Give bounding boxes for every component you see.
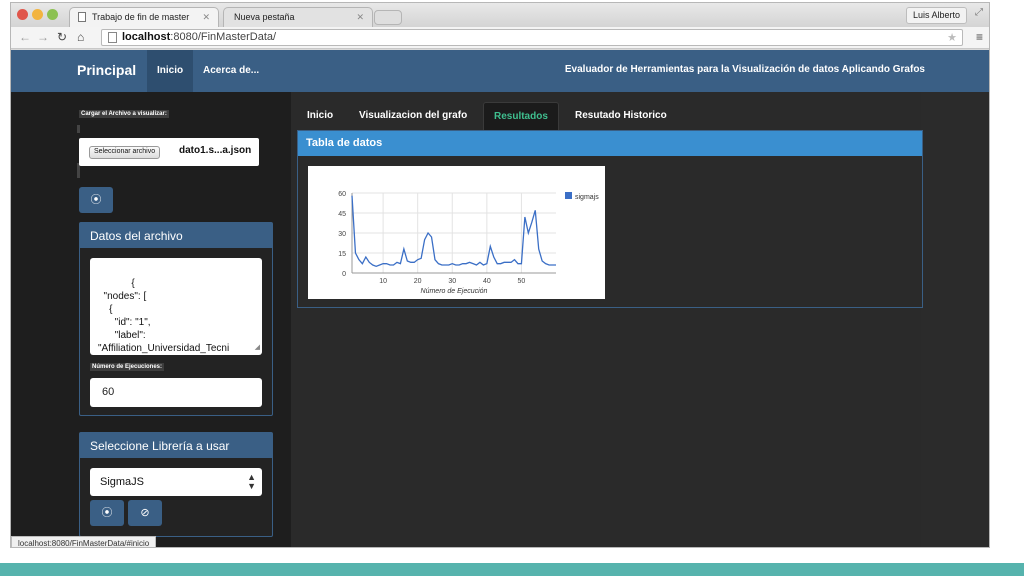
close-tab-icon[interactable]: ✕ — [202, 12, 210, 23]
url-path: :8080/FinMasterData/ — [170, 31, 277, 43]
new-tab-button[interactable] — [374, 10, 402, 25]
ban-icon: ⊘ — [140, 507, 150, 519]
browser-tab-label: Trabajo de fin de master — [92, 12, 190, 22]
resize-handle-icon[interactable]: ◢ — [255, 341, 260, 354]
x-tick-label: 40 — [483, 278, 491, 285]
y-tick-label: 60 — [338, 191, 346, 198]
x-tick-label: 10 — [379, 278, 387, 285]
app-viewport: Principal Inicio Acerca de... Evaluador … — [11, 50, 989, 547]
tab-resultado-historico[interactable]: Resutado Historico — [565, 102, 677, 130]
y-tick-label: 15 — [338, 251, 346, 258]
brand-link[interactable]: Principal — [77, 62, 136, 78]
status-bar: localhost:8080/FinMasterData/#inicio — [11, 536, 157, 547]
back-icon[interactable]: ← — [19, 30, 31, 44]
nav-acerca-de[interactable]: Acerca de... — [193, 50, 269, 92]
load-file-button[interactable]: ⦿ — [79, 187, 113, 213]
close-window-icon[interactable] — [17, 9, 28, 20]
x-axis-label: Número de Ejecución — [421, 288, 488, 295]
upload-label: Cargar el Archivo a visualizar: — [79, 110, 169, 118]
browser-window: Trabajo de fin de master ✕ Nueva pestaña… — [10, 2, 990, 548]
x-tick-label: 50 — [518, 278, 526, 285]
library-select[interactable]: SigmaJS ▲ ▼ — [90, 468, 262, 496]
right-gutter — [921, 92, 989, 547]
choose-file-button[interactable]: Seleccionar archivo — [89, 146, 161, 159]
tab-inicio[interactable]: Inicio — [297, 102, 343, 130]
legend-swatch — [565, 192, 572, 199]
json-textarea[interactable]: { "nodes": [ { "id": "1", "label": "Affi… — [90, 258, 262, 355]
json-content: { "nodes": [ { "id": "1", "label": "Affi… — [98, 278, 230, 354]
zoom-window-icon[interactable] — [47, 9, 58, 20]
legend-label: sigmajs — [575, 194, 599, 201]
libreria-panel: Seleccione Librería a usar SigmaJS ▲ ▼ ⦿ … — [79, 432, 273, 537]
x-tick-label: 30 — [448, 278, 456, 285]
tab-visualizacion[interactable]: Visualizacion del grafo — [349, 102, 477, 130]
select-arrows-icon: ▲ ▼ — [247, 472, 256, 491]
executions-input[interactable]: 60 — [90, 378, 262, 407]
app-title: Evaluador de Herramientas para la Visual… — [564, 64, 925, 75]
x-tick-label: 20 — [414, 278, 422, 285]
browser-tab-1[interactable]: Trabajo de fin de master ✕ — [69, 7, 219, 27]
browser-toolbar: ← → ↻ ⌂ localhost:8080/FinMasterData/ ★ … — [11, 27, 989, 49]
page-icon — [108, 32, 117, 43]
url-host: localhost — [122, 31, 171, 43]
y-tick-label: 45 — [338, 211, 346, 218]
datos-archivo-panel: Datos del archivo { "nodes": [ { "id": "… — [79, 222, 273, 416]
library-select-value: SigmaJS — [100, 476, 145, 488]
panel-title: Seleccione Librería a usar — [80, 433, 272, 458]
browser-tab-2[interactable]: Nueva pestaña ✕ — [223, 7, 373, 27]
sidebar: Cargar el Archivo a visualizar: Seleccio… — [11, 92, 291, 547]
series-line — [351, 195, 556, 268]
executions-label: Número de Ejecuciones: — [90, 363, 165, 371]
cancel-library-button[interactable]: ⊘ — [128, 500, 162, 526]
circle-dot-icon: ⦿ — [90, 194, 102, 206]
line-chart: 0 15 30 45 60 10 20 30 40 50 sigmajs Número de Ejec… — [338, 191, 599, 295]
y-tick-label: 0 — [342, 271, 346, 278]
divider — [77, 170, 80, 178]
chart-card: 0 15 30 45 60 10 20 30 40 50 sigmajs Número de Ejec… — [308, 166, 605, 299]
tabla-datos-panel: Tabla de datos 0 15 30 45 60 10 20 30 40 50 sigmaj… — [297, 130, 923, 308]
selected-file-name: dato1.s...a.json — [179, 145, 252, 156]
browser-tab-label: Nueva pestaña — [234, 12, 295, 22]
panel-title: Tabla de datos — [298, 131, 922, 156]
browser-tabstrip: Trabajo de fin de master ✕ Nueva pestaña… — [11, 3, 989, 27]
browser-menu-icon[interactable]: ≡ — [976, 30, 983, 44]
circle-dot-icon: ⦿ — [101, 507, 113, 519]
page-favicon-icon — [78, 12, 86, 22]
panel-title: Datos del archivo — [80, 223, 272, 248]
bookmark-star-icon[interactable]: ★ — [947, 31, 957, 44]
file-upload-field: Seleccionar archivo dato1.s...a.json — [79, 138, 259, 166]
y-tick-label: 30 — [338, 231, 346, 238]
top-navbar: Principal Inicio Acerca de... Evaluador … — [11, 50, 989, 92]
run-library-button[interactable]: ⦿ — [90, 500, 124, 526]
fullscreen-icon[interactable]: ⤢ — [975, 7, 983, 18]
screen: Trabajo de fin de master ✕ Nueva pestaña… — [0, 0, 1024, 576]
address-bar[interactable]: localhost:8080/FinMasterData/ ★ — [101, 29, 963, 46]
slide-footer-bar — [0, 563, 1024, 576]
nav-inicio[interactable]: Inicio — [147, 50, 194, 92]
home-icon[interactable]: ⌂ — [77, 30, 84, 44]
user-profile-button[interactable]: Luis Alberto — [905, 7, 967, 24]
forward-icon[interactable]: → — [37, 30, 49, 44]
minimize-window-icon[interactable] — [32, 9, 43, 20]
tab-resultados[interactable]: Resultados — [483, 102, 559, 130]
close-tab-icon[interactable]: ✕ — [356, 12, 364, 23]
reload-icon[interactable]: ↻ — [57, 30, 67, 44]
divider — [77, 125, 80, 133]
